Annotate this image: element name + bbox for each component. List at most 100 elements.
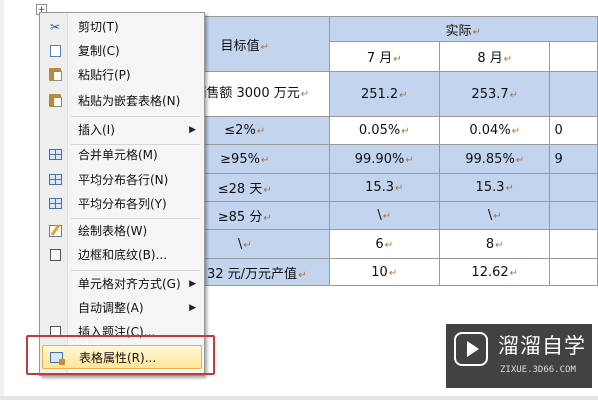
table-cell-next[interactable]: 9 xyxy=(549,144,598,174)
draw-table-icon xyxy=(47,223,63,239)
cell-text: 8 xyxy=(485,236,495,252)
table-cell-august[interactable]: 99.85%↵ xyxy=(438,144,551,174)
menu-item-label: 绘制表格(W) xyxy=(78,224,148,238)
table-cell-july[interactable]: 10↵ xyxy=(328,258,440,286)
table-cell-august[interactable]: 253.7↵ xyxy=(438,71,551,117)
cell-text: 12.62 xyxy=(471,264,509,280)
paste-icon xyxy=(47,67,63,83)
cell-text: 6 xyxy=(375,236,384,252)
menu-item-cut[interactable]: ✂ 剪切(T) xyxy=(42,15,202,39)
paragraph-mark: ↵ xyxy=(263,213,272,224)
paragraph-mark: ↵ xyxy=(256,126,266,137)
cell-text: 9 xyxy=(554,151,563,167)
paragraph-mark: ↵ xyxy=(509,89,519,101)
cell-text: 251.2 xyxy=(360,86,399,102)
submenu-arrow-icon: ▶ xyxy=(189,303,196,313)
menu-separator xyxy=(71,270,200,271)
paragraph-mark: ↵ xyxy=(503,54,513,65)
header-july-cell[interactable]: 7 月↵ xyxy=(328,41,440,72)
paragraph-mark: ↵ xyxy=(401,126,410,137)
menu-item-distribute-rows[interactable]: 平均分布各行(N) xyxy=(42,168,202,192)
paragraph-mark: ↵ xyxy=(515,154,525,166)
submenu-arrow-icon: ▶ xyxy=(189,279,196,289)
cell-text: 32 元/万元产值 xyxy=(207,266,298,282)
menu-item-insert[interactable]: 插入(I) ▶ xyxy=(42,118,202,142)
paragraph-mark: ↵ xyxy=(495,239,504,251)
cell-text: 0.04% xyxy=(469,123,511,138)
menu-item-label: 复制(C) xyxy=(78,44,120,58)
merge-cells-icon xyxy=(47,147,63,163)
menu-item-paste-nested-table[interactable]: 粘贴为嵌套表格(N) xyxy=(42,89,202,113)
distribute-rows-icon xyxy=(47,172,63,188)
cell-text: \ xyxy=(237,236,243,252)
menu-item-label: 剪切(T) xyxy=(78,20,119,34)
paragraph-mark: ↵ xyxy=(509,267,519,279)
table-cell-july[interactable]: 251.2↵ xyxy=(328,71,440,117)
paragraph-mark: ↵ xyxy=(493,211,502,222)
header-target: 目标值 xyxy=(220,38,260,54)
table-cell-august[interactable]: 15.3↵ xyxy=(438,173,551,202)
cell-text: ≤2% xyxy=(224,123,256,138)
menu-item-draw-table[interactable]: 绘制表格(W) xyxy=(42,219,202,243)
cell-text: 15.3 xyxy=(475,180,505,195)
cell-text: 0 xyxy=(554,123,563,138)
submenu-arrow-icon: ▶ xyxy=(189,125,196,135)
watermark-url: ZIXUE.3D66.COM xyxy=(500,365,576,375)
paragraph-mark: ↵ xyxy=(472,26,481,38)
header-next-cell[interactable] xyxy=(549,41,598,72)
borders-icon xyxy=(47,247,63,263)
table-context-menu: ✂ 剪切(T) 复制(C) 粘贴行(P) 粘贴为嵌套表格(N) 插入(I) ▶ … xyxy=(39,12,205,376)
header-actual-cell[interactable]: 实际↵ xyxy=(328,16,598,42)
menu-item-merge-cells[interactable]: 合并单元格(M) xyxy=(42,143,202,167)
watermark-title: 溜溜自学 xyxy=(498,334,586,358)
paragraph-mark: ↵ xyxy=(260,41,269,53)
paragraph-mark: ↵ xyxy=(395,183,404,194)
paragraph-mark: ↵ xyxy=(382,211,392,222)
data-table: 目标值↵ 实际↵ 7 月↵ 8 月↵ 年销售额 3000 万元↵ 251.2↵ … xyxy=(160,16,598,286)
paragraph-mark: ↵ xyxy=(300,88,310,100)
header-july: 7 月 xyxy=(366,51,393,66)
paragraph-mark: ↵ xyxy=(399,89,408,101)
menu-item-autofit[interactable]: 自动调整(A) ▶ xyxy=(42,296,202,320)
table-cell-next[interactable] xyxy=(549,258,598,286)
menu-item-label: 插入(I) xyxy=(78,123,115,137)
paragraph-mark: ↵ xyxy=(393,54,402,65)
cell-text: \ xyxy=(487,208,493,223)
table-cell-next[interactable] xyxy=(549,229,598,259)
menu-item-paste-rows[interactable]: 粘贴行(P) xyxy=(42,63,202,87)
menu-item-cell-alignment[interactable]: 单元格对齐方式(G) ▶ xyxy=(42,272,202,296)
distribute-columns-icon xyxy=(47,196,63,212)
copy-icon xyxy=(47,43,63,59)
paragraph-mark: ↵ xyxy=(243,239,252,251)
table-cell-next[interactable] xyxy=(549,173,598,202)
table-cell-next[interactable] xyxy=(549,201,598,230)
table-cell-august[interactable]: 8↵ xyxy=(438,229,551,259)
header-august-cell[interactable]: 8 月↵ xyxy=(438,41,551,72)
header-august: 8 月 xyxy=(477,51,503,66)
menu-item-label: 平均分布各列(Y) xyxy=(78,197,167,211)
header-actual: 实际 xyxy=(445,23,472,39)
scissors-icon: ✂ xyxy=(49,20,61,34)
menu-item-borders-shading[interactable]: 边框和底纹(B)... xyxy=(42,243,202,267)
table-cell-july[interactable]: \↵ xyxy=(328,201,440,230)
paragraph-mark: ↵ xyxy=(298,269,307,281)
paragraph-mark: ↵ xyxy=(505,183,514,194)
table-cell-next[interactable] xyxy=(549,71,598,117)
cell-text: 15.3 xyxy=(365,180,395,195)
table-cell-august[interactable]: 12.62↵ xyxy=(438,258,551,286)
table-cell-july[interactable]: 0.05%↵ xyxy=(328,116,440,145)
menu-item-label: 粘贴为嵌套表格(N) xyxy=(78,94,181,108)
cell-text: 99.85% xyxy=(465,151,515,167)
paragraph-mark: ↵ xyxy=(511,126,521,137)
table-cell-july[interactable]: 99.90%↵ xyxy=(328,144,440,174)
table-cell-august[interactable]: \↵ xyxy=(438,201,551,230)
watermark: 溜溜自学 ZIXUE.3D66.COM xyxy=(446,324,592,388)
menu-item-copy[interactable]: 复制(C) xyxy=(42,39,202,63)
page-margin xyxy=(0,0,4,400)
menu-item-distribute-columns[interactable]: 平均分布各列(Y) xyxy=(42,192,202,216)
table-cell-july[interactable]: 6↵ xyxy=(328,229,440,259)
table-cell-july[interactable]: 15.3↵ xyxy=(328,173,440,202)
table-cell-august[interactable]: 0.04%↵ xyxy=(438,116,551,145)
table-cell-next[interactable]: 0 xyxy=(549,116,598,145)
menu-separator xyxy=(71,116,200,117)
